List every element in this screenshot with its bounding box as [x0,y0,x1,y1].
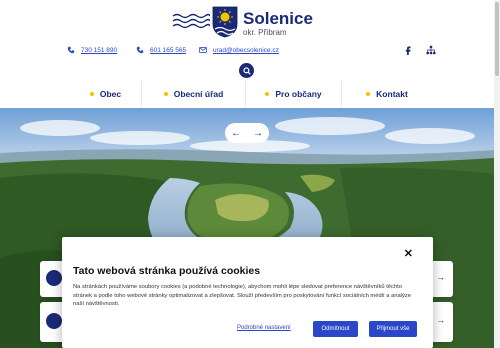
contact-phone-2-text[interactable]: 601 165 565 [150,47,186,54]
scrollbar-thumb[interactable] [495,2,499,76]
nav-item-label: Obecní úřad [173,88,224,99]
cookie-decline-button[interactable]: Odmítnout [313,321,358,337]
cookie-accept-button[interactable]: Přijmout vše [369,321,417,337]
contact-bar: 730 151 890 601 165 565 urad@obecsolenic… [0,44,494,58]
facebook-icon[interactable] [403,45,413,55]
cookie-banner: ✕ Tato webová stránka používá cookies Na… [62,237,433,348]
site-name[interactable]: Solenice [243,9,313,29]
phone-icon [136,46,144,54]
close-icon[interactable]: ✕ [404,247,413,260]
contact-email-text[interactable]: urad@obecsolenice.cz [213,47,279,54]
nav-item-kontakt[interactable]: Kontakt [342,81,432,106]
bullet-icon [163,91,168,96]
slider-controls: ← → [225,123,269,143]
contact-phone-2[interactable]: 601 165 565 [136,46,186,54]
search-button[interactable] [239,63,254,78]
scrollbar[interactable] [494,0,500,348]
site-header: Solenice okr. Příbram [0,4,494,40]
waves-logo-icon [172,13,210,29]
arrow-right-icon: → [436,315,445,325]
main-nav: Obec Obecní úřad Pro občany Kontakt [70,81,432,106]
coat-of-arms-icon[interactable] [212,6,238,38]
card-icon [46,313,62,329]
nav-item-label: Obec [99,88,122,99]
nav-item-obec[interactable]: Obec [70,81,142,106]
slider-next-button[interactable]: → [253,128,263,139]
contact-phone-1[interactable]: 730 151 890 [67,46,117,54]
cookie-settings-link[interactable]: Podrobné nastavení [237,325,291,331]
nav-item-label: Kontakt [376,88,408,99]
sitemap-icon[interactable] [426,45,436,55]
bullet-icon [89,91,94,96]
phone-icon [67,46,75,54]
search-icon [242,66,251,75]
nav-item-label: Pro občany [275,88,322,99]
nav-item-obecni-urad[interactable]: Obecní úřad [142,81,246,106]
contact-phone-1-text[interactable]: 730 151 890 [81,47,117,54]
arrow-right-icon: → [436,272,445,282]
nav-item-pro-obcany[interactable]: Pro občany [246,81,342,106]
slider-prev-button[interactable]: ← [231,128,241,139]
bullet-icon [366,91,371,96]
cookie-title: Tato webová stránka používá cookies [73,265,261,277]
mail-icon [199,47,207,53]
contact-email[interactable]: urad@obecsolenice.cz [199,46,279,54]
site-subtitle: okr. Příbram [243,28,287,37]
cookie-text: Na stránkách používáme soubory cookies (… [73,284,412,308]
bullet-icon [265,91,270,96]
card-icon [46,270,62,286]
page: Solenice okr. Příbram 730 151 890 601 16… [0,0,500,348]
